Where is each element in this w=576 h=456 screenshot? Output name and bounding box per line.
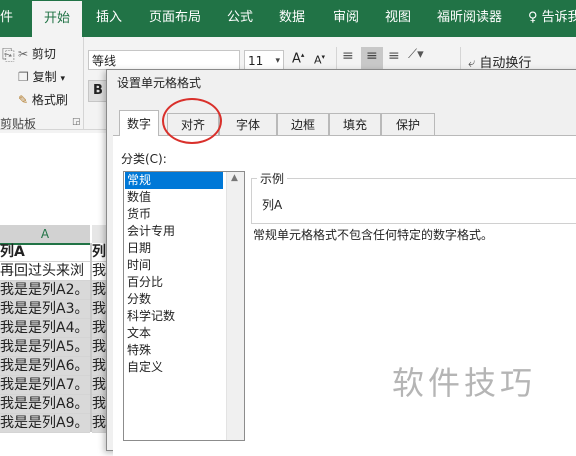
table-row[interactable]: 再回过头来浏 (0, 262, 90, 281)
list-item[interactable]: 自定义 (125, 359, 163, 376)
group-divider (83, 37, 84, 129)
list-item[interactable]: 货币 (125, 206, 151, 223)
paintbrush-icon: ✎ (18, 93, 29, 107)
list-item[interactable]: 科学记数 (125, 308, 175, 325)
tab-file[interactable]: 件 (0, 0, 20, 37)
list-item[interactable]: 常规 (125, 172, 223, 189)
list-item[interactable]: 日期 (125, 240, 151, 257)
tab-data[interactable]: 数据 (279, 0, 305, 37)
tab-font[interactable]: 字体 (219, 113, 277, 135)
chevron-up-icon[interactable]: ▲ (231, 173, 238, 183)
tab-tell-me[interactable]: ♀ 告诉我 (528, 0, 576, 37)
table-row[interactable]: 我是是列A9。 (0, 414, 90, 433)
decrease-font-icon[interactable]: A▾ (314, 53, 325, 67)
format-description: 常规单元格格式不包含任何特定的数字格式。 (253, 228, 494, 242)
tab-view[interactable]: 视图 (385, 0, 411, 37)
copy-icon: ❐ (18, 70, 29, 84)
sample-group (251, 178, 576, 224)
table-row[interactable]: 我是是列A8。 (0, 395, 90, 414)
list-item[interactable]: 百分比 (125, 274, 163, 291)
dialog-launcher-icon[interactable]: ◲ (72, 117, 81, 127)
format-painter-button[interactable]: ✎ 格式刷 (18, 91, 68, 108)
align-middle-icon: ≡ (366, 48, 378, 64)
column-header-a[interactable]: A (0, 225, 90, 245)
tab-border[interactable]: 边框 (277, 113, 329, 135)
category-list[interactable]: 常规 数值 货币 会计专用 日期 时间 百分比 分数 科学记数 文本 特殊 自定… (123, 171, 245, 441)
table-row[interactable]: 我是是列A5。 (0, 338, 90, 357)
cell-a1[interactable]: 列A (0, 243, 90, 262)
copy-button[interactable]: ❐ 复制 ▾ (18, 68, 65, 85)
sample-label: 示例 (257, 170, 288, 187)
font-size-combo[interactable]: 11 ▾ (244, 50, 284, 70)
tab-page-layout[interactable]: 页面布局 (149, 0, 201, 37)
watermark-text: 软件技巧 (392, 364, 537, 402)
tab-foxit-reader[interactable]: 福昕阅读器 (437, 0, 502, 37)
group-divider (460, 47, 461, 71)
list-item[interactable]: 时间 (125, 257, 151, 274)
table-row[interactable]: 我是是列A6。 (0, 357, 90, 376)
sample-value: 列A (262, 198, 283, 212)
increase-font-icon[interactable]: A▴ (292, 51, 304, 66)
table-row[interactable]: 我是是列A3。 (0, 300, 90, 319)
ribbon-tab-bar: 件 开始 插入 页面布局 公式 数据 审阅 视图 福昕阅读器 ♀ 告诉我 (0, 0, 576, 38)
tab-number[interactable]: 数字 (119, 110, 159, 136)
chevron-down-icon: ▾ (275, 56, 280, 66)
category-scrollbar[interactable]: ▲ (226, 172, 244, 440)
tab-home[interactable]: 开始 (32, 0, 82, 38)
table-row[interactable]: 我是是列A7。 (0, 376, 90, 395)
list-item[interactable]: 文本 (125, 325, 151, 342)
table-row[interactable]: 我是是列A2。 (0, 281, 90, 300)
list-item[interactable]: 分数 (125, 291, 151, 308)
worksheet-grid[interactable]: A 列A 列 再回过头来浏 我 我是是列A2。 我 我是是列A3。 我 我是是列… (0, 133, 112, 433)
font-name-combo[interactable]: 等线 (88, 50, 240, 70)
scissors-icon: ✂ (18, 47, 29, 61)
list-item[interactable]: 数值 (125, 189, 151, 206)
highlight-circle (162, 98, 222, 144)
tab-review[interactable]: 审阅 (333, 0, 359, 37)
table-row[interactable]: 我是是列A4。 (0, 319, 90, 338)
orientation-icon[interactable]: ⟋▾ (408, 47, 424, 62)
tab-protection[interactable]: 保护 (381, 113, 435, 135)
cut-button[interactable]: ✂ 剪切 (18, 45, 56, 62)
chevron-down-icon: ▾ (60, 74, 65, 84)
group-divider (336, 47, 337, 71)
list-item[interactable]: 会计专用 (125, 223, 175, 240)
dialog-title: 设置单元格格式 (117, 76, 202, 90)
align-bottom-icon[interactable]: ≡ (388, 48, 400, 64)
align-top-icon[interactable]: ≡ (342, 48, 354, 64)
bold-button[interactable]: B (88, 80, 108, 102)
column-divider (90, 243, 92, 432)
lightbulb-icon: ♀ (528, 10, 538, 25)
tab-formulas[interactable]: 公式 (227, 0, 253, 37)
tab-insert[interactable]: 插入 (96, 0, 122, 37)
tab-fill[interactable]: 填充 (329, 113, 381, 135)
list-item[interactable]: 特殊 (125, 342, 151, 359)
category-label: 分类(C): (121, 152, 167, 166)
paste-icon[interactable]: ⎘ (2, 45, 15, 65)
align-middle-button[interactable]: ≡ (361, 47, 383, 69)
